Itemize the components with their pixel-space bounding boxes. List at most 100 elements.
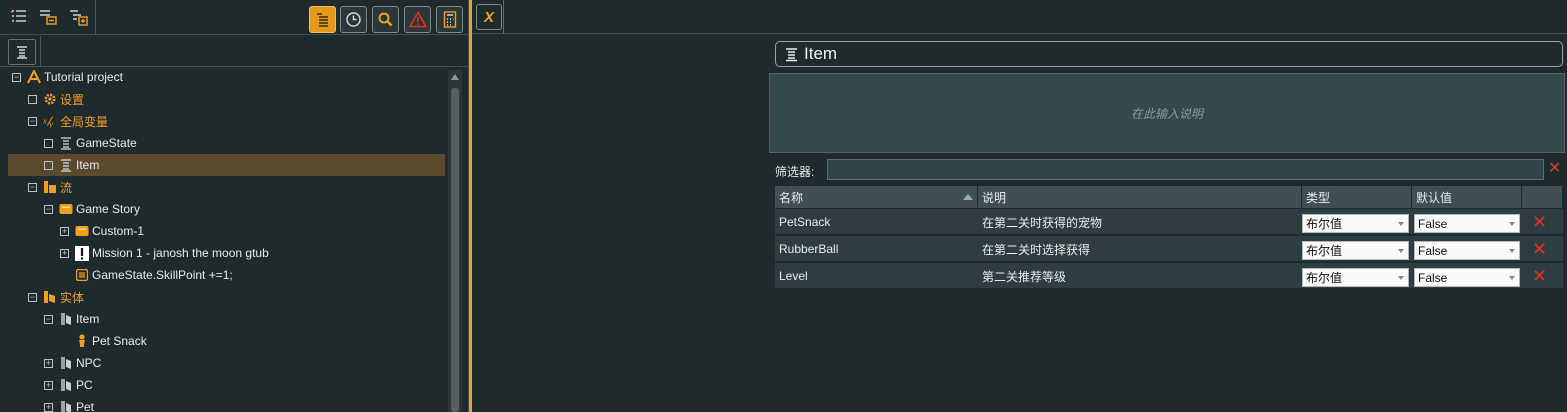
- collapse-icon[interactable]: −: [44, 204, 53, 214]
- expand-icon[interactable]: +: [44, 380, 53, 390]
- variable-set-filter-button[interactable]: [8, 39, 36, 65]
- scroll-thumb[interactable]: [451, 88, 459, 412]
- tree-item[interactable]: − x y 全局变量: [8, 110, 445, 132]
- expand-icon[interactable]: +: [44, 358, 53, 368]
- table-row[interactable]: PetSnack 在第二关时获得的宠物 布尔值 False ✕: [775, 209, 1563, 235]
- outline-view-icon: [316, 12, 328, 27]
- cell-name[interactable]: Level: [775, 263, 978, 289]
- tree-item-label: GameState.SkillPoint +=1;: [92, 268, 233, 282]
- expand-icon[interactable]: +: [44, 402, 53, 412]
- collapse-icon[interactable]: −: [28, 182, 37, 192]
- close-editor-button[interactable]: X: [476, 4, 502, 30]
- cell-name[interactable]: PetSnack: [775, 209, 978, 235]
- tree-item[interactable]: − 实体: [8, 286, 445, 308]
- project-tree: − Tutorial project 设置 − x y 全局变量 GameState Item −…: [8, 66, 446, 412]
- sort-ascending-icon: [963, 194, 973, 200]
- entity-person-icon: [75, 334, 89, 348]
- clock-icon: [346, 12, 361, 27]
- filter-input[interactable]: [827, 159, 1544, 180]
- checkbox-icon[interactable]: [44, 160, 53, 170]
- collapse-icon[interactable]: −: [12, 72, 21, 82]
- column-header-type[interactable]: 类型: [1302, 186, 1412, 208]
- tree-item[interactable]: − Tutorial project: [8, 66, 445, 88]
- exclamation-icon: [75, 245, 89, 261]
- chevron-down-icon: [1398, 276, 1404, 280]
- tree-item[interactable]: + PC: [8, 374, 445, 396]
- scroll-up-arrow[interactable]: [451, 74, 459, 80]
- tree-item-label: 全局变量: [60, 114, 109, 129]
- outline-view-button[interactable]: [309, 6, 336, 33]
- tree-item[interactable]: + Pet: [8, 396, 445, 412]
- tree-item-label: Mission 1 - janosh the moon gtub: [92, 246, 269, 260]
- description-placeholder: 在此输入说明: [1130, 106, 1203, 121]
- tree-item-label: Item: [76, 158, 100, 172]
- tree-item-label: Item: [76, 312, 100, 326]
- column-header-description[interactable]: 说明: [978, 186, 1302, 208]
- calculator-icon: [443, 11, 456, 28]
- tree-item[interactable]: − 流: [8, 176, 445, 198]
- cell-name[interactable]: RubberBall: [775, 236, 978, 262]
- tree-item-label: Game Story: [76, 202, 141, 216]
- tree-item[interactable]: − Item: [8, 308, 445, 330]
- checklist-icon[interactable]: [8, 6, 30, 28]
- type-select[interactable]: 布尔值: [1302, 214, 1409, 233]
- type-select[interactable]: 布尔值: [1302, 268, 1409, 287]
- tree-item[interactable]: − Game Story: [8, 198, 445, 220]
- tree-scrollbar[interactable]: [448, 70, 462, 412]
- chevron-down-icon: [1509, 222, 1515, 226]
- warning-button[interactable]: [404, 6, 431, 33]
- default-value-select[interactable]: False: [1414, 241, 1520, 260]
- column-header-name[interactable]: 名称: [775, 186, 978, 208]
- variables-icon: xy: [43, 114, 57, 128]
- entities-folder-icon: [43, 290, 57, 304]
- tree-item[interactable]: + Mission 1 - janosh the moon gtub: [8, 242, 445, 264]
- column-header-default[interactable]: 默认值: [1412, 186, 1522, 208]
- flow-fragment-icon: [75, 224, 89, 238]
- tree-item[interactable]: GameState.SkillPoint +=1;: [8, 264, 445, 286]
- tree-item-label: Pet: [76, 400, 95, 412]
- delete-row-icon[interactable]: ✕: [1532, 239, 1547, 260]
- tree-item[interactable]: 设置: [8, 88, 445, 110]
- chevron-down-icon: [1509, 249, 1515, 253]
- delete-row-icon[interactable]: ✕: [1532, 212, 1547, 233]
- tree-item[interactable]: GameState: [8, 132, 445, 154]
- tree-item[interactable]: Item: [8, 154, 445, 176]
- calculator-button[interactable]: [436, 6, 463, 33]
- tree-item[interactable]: + Custom-1: [8, 220, 445, 242]
- tree-item[interactable]: + NPC: [8, 352, 445, 374]
- list-indent-icon[interactable]: [37, 6, 59, 28]
- type-select[interactable]: 布尔值: [1302, 241, 1409, 260]
- collapse-icon[interactable]: −: [28, 116, 37, 126]
- default-value-select[interactable]: False: [1414, 268, 1520, 287]
- expand-icon[interactable]: +: [60, 248, 69, 258]
- editor-toolbar: X: [472, 0, 1567, 34]
- checkbox-icon[interactable]: [44, 138, 53, 148]
- cell-description[interactable]: 在第二关时获得的宠物: [978, 209, 1302, 235]
- tree-item[interactable]: Pet Snack: [8, 330, 445, 352]
- collapse-icon[interactable]: −: [28, 292, 37, 302]
- clear-filter-icon[interactable]: ✕: [1548, 159, 1564, 179]
- editor-toolbar-separator: [503, 0, 504, 34]
- variable-set-icon: [59, 136, 73, 150]
- cell-description[interactable]: 在第二关时选择获得: [978, 236, 1302, 262]
- default-value-select[interactable]: False: [1414, 214, 1520, 233]
- table-row[interactable]: RubberBall 在第二关时选择获得 布尔值 False ✕: [775, 236, 1563, 262]
- delete-row-icon[interactable]: ✕: [1532, 266, 1547, 287]
- clock-button[interactable]: [340, 6, 367, 33]
- expand-icon[interactable]: +: [60, 226, 69, 236]
- description-field[interactable]: 在此输入说明: [769, 73, 1565, 153]
- checkbox-icon[interactable]: [28, 94, 37, 104]
- cell-description[interactable]: 第二关推荐等级: [978, 263, 1302, 289]
- title-field[interactable]: Item: [775, 41, 1563, 67]
- template-folder-icon: [59, 312, 73, 326]
- template-folder-icon: [59, 356, 73, 370]
- collapse-icon[interactable]: −: [44, 314, 53, 324]
- default-select-value: False: [1418, 216, 1448, 231]
- variable-set-icon: [784, 47, 798, 61]
- tree-expand-icon[interactable]: [67, 6, 89, 28]
- table-row[interactable]: Level 第二关推荐等级 布尔值 False ✕: [775, 263, 1563, 289]
- project-explorer-panel: − Tutorial project 设置 − x y 全局变量 GameState Item −…: [0, 0, 469, 412]
- search-button[interactable]: [372, 6, 399, 33]
- flow-folder-icon: [43, 180, 57, 194]
- template-folder-icon: [59, 378, 73, 392]
